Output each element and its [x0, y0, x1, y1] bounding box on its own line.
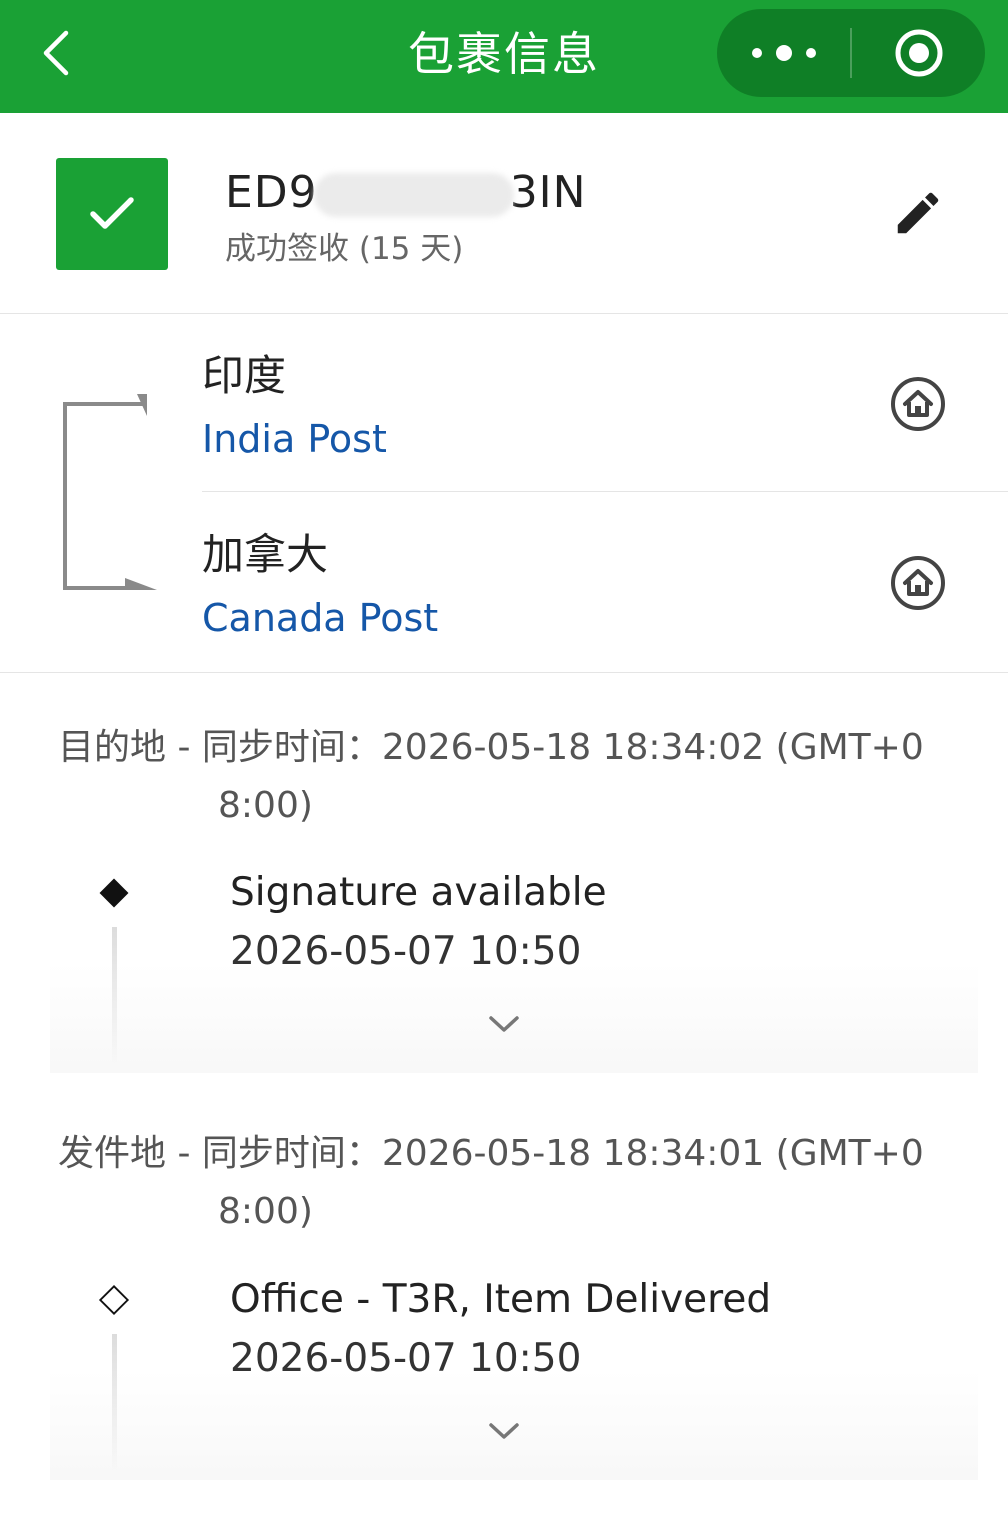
more-dots-icon: [745, 45, 823, 61]
tracking-prefix: ED9: [225, 167, 318, 218]
pencil-icon: [897, 192, 939, 234]
origin-country: 印度: [202, 351, 287, 400]
outline-diamond-icon: [98, 1284, 130, 1316]
route-bracket-icon: [63, 394, 157, 590]
sync-label: 目的地 - 同步时间：: [58, 727, 382, 768]
nav-bar: 包裹信息: [0, 0, 1008, 113]
check-icon: [90, 197, 134, 229]
sync-info: 发件地 - 同步时间：2026-05-18 18:34:01 (GMT+0 8:…: [58, 1125, 958, 1241]
origin-row: 印度 India Post: [202, 314, 1008, 492]
tracking-number: ED9 3IN: [225, 165, 587, 221]
home-circle-icon: [891, 377, 945, 431]
edit-button[interactable]: [888, 183, 948, 243]
destination-carrier-link[interactable]: Canada Post: [202, 593, 438, 643]
timeline-line: [112, 1334, 117, 1474]
destination-row: 加拿大 Canada Post: [202, 493, 1008, 671]
package-summary: ED9 3IN 成功签收 (15 天): [0, 113, 1008, 314]
chevron-down-icon: [489, 1016, 519, 1032]
more-button[interactable]: [717, 9, 850, 97]
record-circle-icon: [895, 29, 942, 77]
event-time: 2026-05-07 10:50: [230, 929, 582, 974]
expand-button[interactable]: [484, 1416, 524, 1446]
destination-tracking-section: 目的地 - 同步时间：2026-05-18 18:34:02 (GMT+0 8:…: [0, 673, 1008, 1093]
expand-button[interactable]: [484, 1009, 524, 1039]
mini-program-capsule: [717, 9, 985, 97]
sync-info: 目的地 - 同步时间：2026-05-18 18:34:02 (GMT+0 8:…: [58, 719, 958, 835]
sync-label: 发件地 - 同步时间：: [58, 1133, 382, 1174]
tracking-suffix: 3IN: [509, 167, 587, 218]
destination-country: 加拿大: [202, 530, 329, 579]
chevron-down-icon: [489, 1423, 519, 1439]
origin-tracking-section: 发件地 - 同步时间：2026-05-18 18:34:01 (GMT+0 8:…: [0, 1080, 1008, 1510]
sync-time-continued: 8:00): [218, 785, 313, 826]
event-description: Signature available: [230, 870, 607, 915]
redaction-mask: [313, 173, 514, 217]
timeline-line: [112, 927, 117, 1067]
route-panel: 印度 India Post 加拿大 Canada Post: [0, 314, 1008, 673]
origin-carrier-home-button[interactable]: [888, 374, 948, 434]
tracking-event[interactable]: Office - T3R, Item Delivered 2026-05-07 …: [0, 1270, 1008, 1480]
sync-time-continued: 8:00): [218, 1191, 313, 1232]
home-circle-icon: [891, 556, 945, 610]
delivery-status: 成功签收 (15 天): [225, 231, 464, 267]
filled-diamond-icon: [98, 877, 130, 909]
status-badge: [56, 158, 168, 270]
event-time: 2026-05-07 10:50: [230, 1336, 582, 1381]
event-description: Office - T3R, Item Delivered: [230, 1277, 772, 1322]
destination-carrier-home-button[interactable]: [888, 553, 948, 613]
sync-time: 2026-05-18 18:34:02 (GMT+0: [381, 727, 924, 768]
tracking-event[interactable]: Signature available 2026-05-07 10:50: [0, 863, 1008, 1073]
sync-time: 2026-05-18 18:34:01 (GMT+0: [381, 1133, 924, 1174]
close-button[interactable]: [852, 9, 985, 97]
origin-carrier-link[interactable]: India Post: [202, 414, 387, 464]
